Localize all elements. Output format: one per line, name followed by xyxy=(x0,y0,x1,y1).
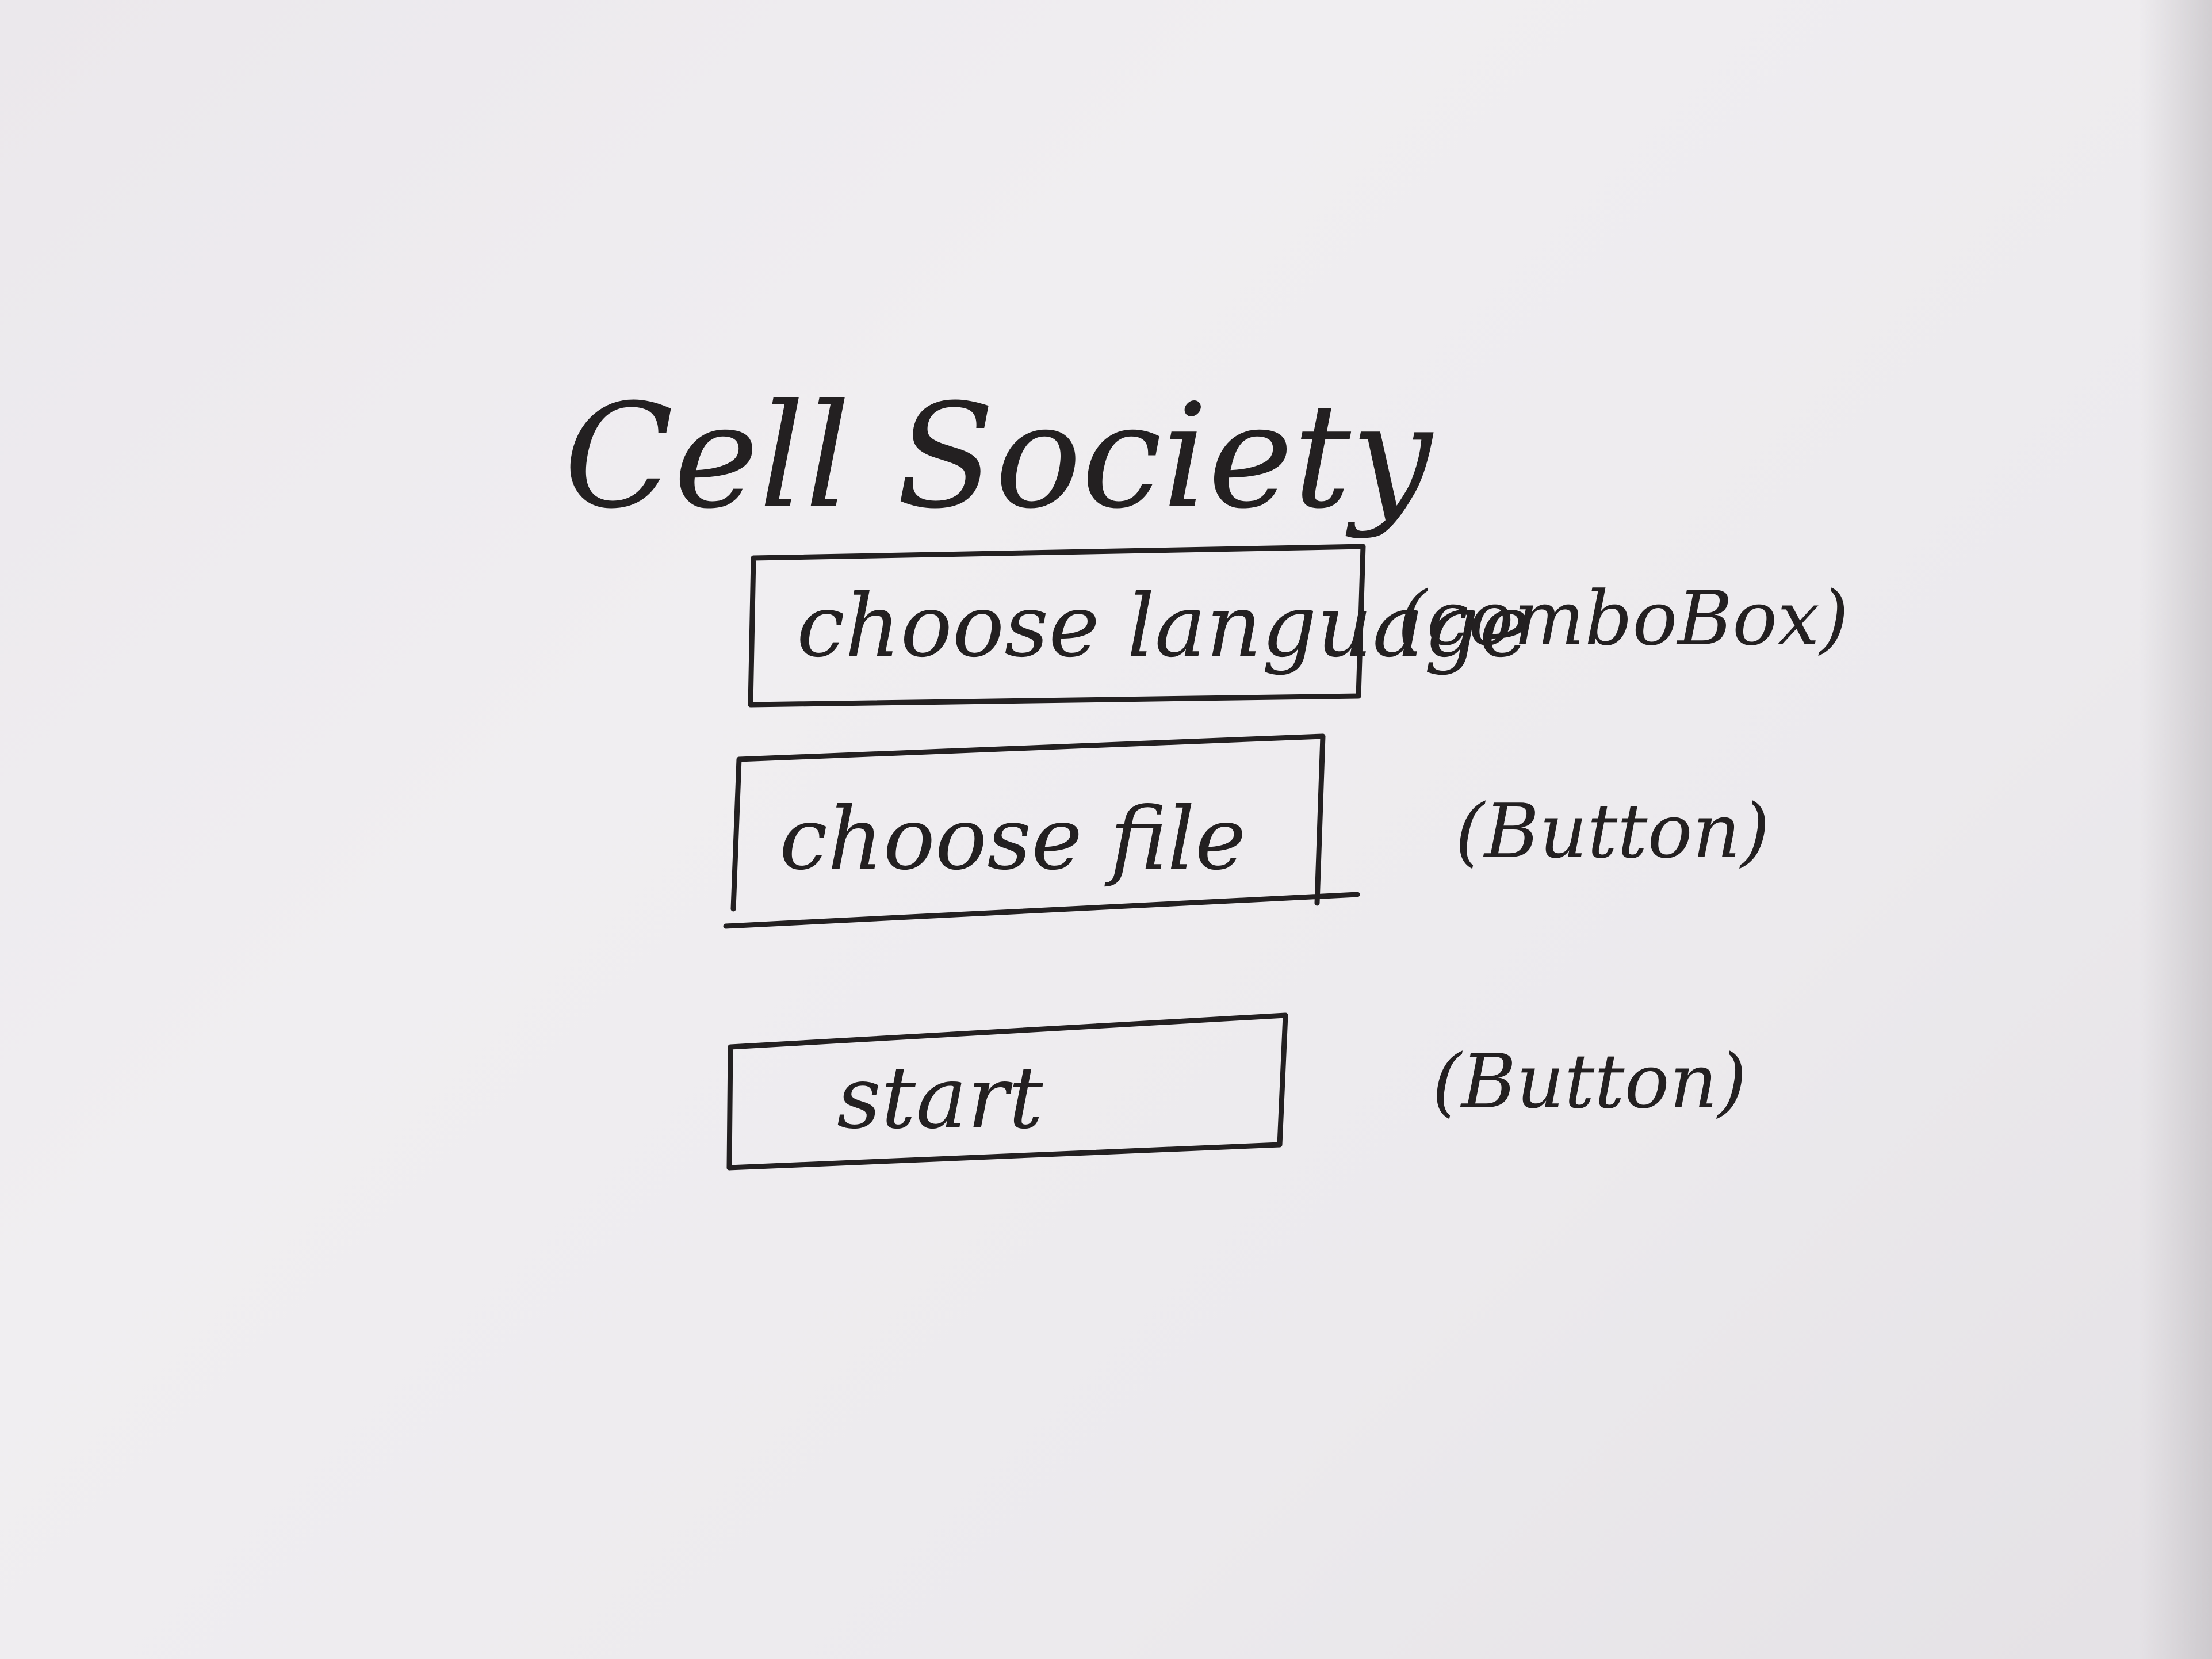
start-annotation: (Button) xyxy=(1432,1038,1747,1125)
choose-language-annotation: (comboBox) xyxy=(1398,575,1849,662)
choose-file-label: choose file xyxy=(779,789,1246,889)
start-button[interactable]: start xyxy=(726,1012,1288,1171)
start-label: start xyxy=(837,1048,1043,1148)
app-title: Cell Society xyxy=(564,373,1434,540)
choose-file-annotation: (Button) xyxy=(1455,788,1770,875)
choose-file-button[interactable]: choose file xyxy=(723,733,1360,929)
wireframe-sketch: Cell Society choose language (comboBox) … xyxy=(564,373,1849,1171)
